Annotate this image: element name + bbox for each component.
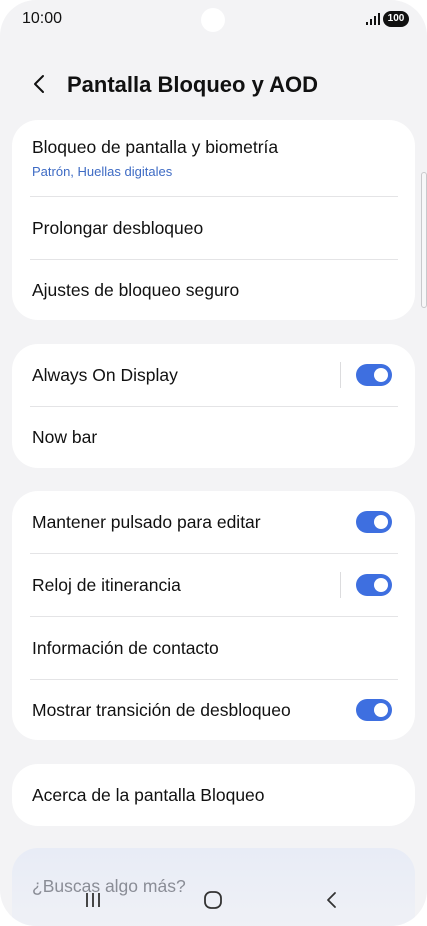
security-settings-card: Bloqueo de pantalla y biometría Patrón, …	[12, 120, 415, 320]
page-title: Pantalla Bloqueo y AOD	[67, 72, 319, 97]
lock-screen-biometrics-label: Bloqueo de pantalla y biometría	[32, 137, 279, 157]
phone-screen: 10:00 100 Pantalla Bloqueo y AOD Bloqueo…	[0, 0, 427, 926]
always-on-display-item[interactable]: Always On Display	[12, 344, 415, 406]
hold-to-edit-toggle[interactable]	[356, 511, 392, 533]
header: Pantalla Bloqueo y AOD	[0, 62, 427, 110]
unlock-transition-toggle[interactable]	[356, 699, 392, 721]
status-bar: 10:00 100	[0, 0, 427, 44]
always-on-display-label: Always On Display	[32, 365, 178, 385]
recent-apps-icon[interactable]	[83, 890, 103, 910]
roaming-clock-item[interactable]: Reloj de itinerancia	[12, 554, 415, 616]
contact-info-item[interactable]: Información de contacto	[12, 617, 415, 679]
about-lock-screen-label: Acerca de la pantalla Bloqueo	[32, 785, 265, 805]
roaming-clock-toggle[interactable]	[356, 574, 392, 596]
contact-info-label: Información de contacto	[32, 638, 219, 658]
now-bar-item[interactable]: Now bar	[12, 407, 415, 468]
back-icon[interactable]	[26, 70, 54, 98]
now-bar-label: Now bar	[32, 427, 98, 447]
home-icon[interactable]	[203, 890, 223, 910]
camera-cutout	[201, 8, 225, 32]
secure-lock-settings-label: Ajustes de bloqueo seguro	[32, 280, 240, 300]
navigation-bar	[0, 880, 427, 926]
scroll-handle[interactable]	[421, 172, 427, 308]
hold-to-edit-item[interactable]: Mantener pulsado para editar	[12, 491, 415, 553]
lock-screen-biometrics-subtext: Patrón, Huellas digitales	[32, 164, 173, 179]
status-time: 10:00	[22, 10, 63, 27]
unlock-transition-label: Mostrar transición de desbloqueo	[32, 700, 291, 720]
battery-indicator: 100	[383, 11, 409, 27]
hold-to-edit-label: Mantener pulsado para editar	[32, 512, 261, 532]
extend-unlock-label: Prolongar desbloqueo	[32, 218, 204, 238]
secure-lock-settings-item[interactable]: Ajustes de bloqueo seguro	[12, 260, 415, 320]
unlock-transition-item[interactable]: Mostrar transición de desbloqueo	[12, 680, 415, 740]
about-card: Acerca de la pantalla Bloqueo	[12, 764, 415, 826]
about-lock-screen-item[interactable]: Acerca de la pantalla Bloqueo	[12, 764, 415, 826]
vertical-separator	[340, 572, 341, 598]
display-settings-card: Always On Display Now bar	[12, 344, 415, 468]
roaming-clock-label: Reloj de itinerancia	[32, 575, 181, 595]
lock-features-card: Mantener pulsado para editar Reloj de it…	[12, 491, 415, 740]
vertical-separator	[340, 362, 341, 388]
signal-icon	[366, 13, 380, 25]
nav-back-icon[interactable]	[322, 890, 342, 910]
lock-screen-biometrics-item[interactable]: Bloqueo de pantalla y biometría Patrón, …	[12, 120, 415, 196]
extend-unlock-item[interactable]: Prolongar desbloqueo	[12, 197, 415, 259]
always-on-display-toggle[interactable]	[356, 364, 392, 386]
